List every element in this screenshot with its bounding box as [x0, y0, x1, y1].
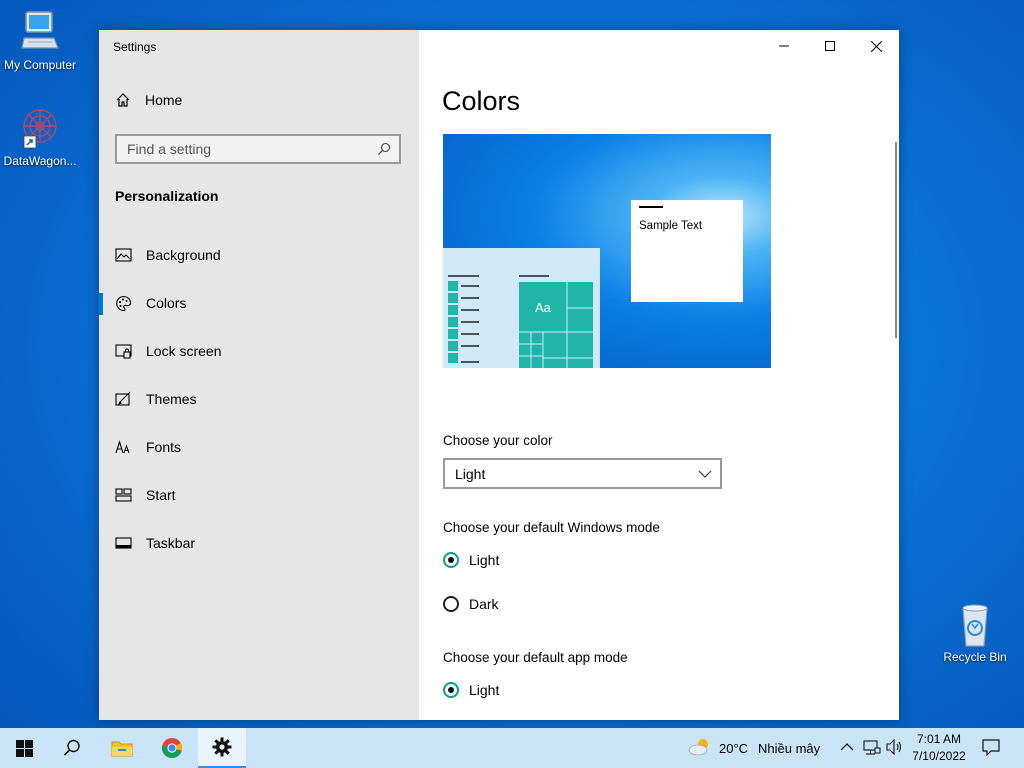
preview-sample-text: Sample Text	[639, 220, 703, 232]
taskbar-clock[interactable]: 7:01 AM 7/10/2022	[905, 731, 973, 765]
desktop-icon-label: Recycle Bin	[943, 650, 1007, 664]
taskbar-chrome[interactable]	[148, 728, 196, 768]
weather-desc[interactable]: Nhiều mây	[758, 741, 820, 756]
nav-item-fonts[interactable]: Fonts	[99, 423, 419, 471]
preview-sample-window: Sample Text	[631, 200, 743, 302]
weather-temp[interactable]: 20°C	[719, 741, 748, 756]
windows-mode-dark-radio[interactable]: Dark	[443, 596, 499, 612]
theme-preview: Aa Sample Text	[443, 134, 771, 368]
taskbar-file-explorer[interactable]	[98, 728, 146, 768]
desktop-icon-label: DataWagon...	[3, 154, 77, 168]
desktop-icon-datawagon[interactable]: DataWagon...	[0, 106, 80, 168]
taskbar: 20°C Nhiều mây 7:01 AM 7/10/2022	[0, 728, 1024, 768]
computer-icon	[21, 11, 59, 49]
taskbar-icon	[115, 535, 132, 552]
page-title: Colors	[442, 86, 521, 116]
scrollbar-thumb[interactable]	[895, 142, 897, 338]
nav-item-label: Lock screen	[146, 343, 222, 359]
desktop-icon-my-computer[interactable]: My Computer	[0, 8, 80, 72]
choose-color-label: Choose your color	[443, 433, 553, 448]
window-title: Settings	[113, 40, 157, 54]
network-icon[interactable]	[863, 740, 881, 756]
preview-start-graphic	[448, 275, 593, 368]
app-mode-label: Choose your default app mode	[443, 650, 628, 665]
section-header: Personalization	[115, 188, 219, 204]
desktop-icon-label: My Computer	[3, 58, 77, 72]
start-icon	[115, 487, 132, 504]
clock-date: 7/10/2022	[912, 749, 966, 763]
windows-mode-label: Choose your default Windows mode	[443, 520, 660, 535]
radio-label: Light	[469, 682, 500, 698]
volume-icon[interactable]	[886, 739, 904, 755]
taskbar-settings[interactable]	[198, 728, 246, 768]
search-icon	[63, 739, 80, 756]
nav-list: Background Colors Lock screen Themes Fon…	[99, 231, 419, 567]
start-button[interactable]	[0, 728, 48, 768]
nav-item-colors[interactable]: Colors	[99, 279, 419, 327]
chrome-icon	[161, 738, 183, 759]
nav-item-taskbar[interactable]: Taskbar	[99, 519, 419, 567]
nav-item-background[interactable]: Background	[99, 231, 419, 279]
nav-item-start[interactable]: Start	[99, 471, 419, 519]
windows-mode-light-radio[interactable]: Light	[443, 552, 499, 568]
search-box[interactable]	[115, 134, 401, 164]
radio-unchecked-icon	[443, 596, 459, 612]
desktop-icon-recycle-bin[interactable]: Recycle Bin	[935, 602, 1015, 664]
palette-icon	[115, 295, 132, 312]
radio-label: Light	[469, 552, 500, 568]
chevron-down-icon	[698, 470, 712, 478]
themes-icon	[115, 391, 132, 408]
clock-time: 7:01 AM	[916, 732, 962, 746]
file-explorer-icon	[111, 741, 133, 757]
preview-sample-titlebar	[639, 206, 663, 208]
radio-checked-icon	[443, 552, 459, 568]
nav-item-themes[interactable]: Themes	[99, 375, 419, 423]
search-icon[interactable]	[377, 142, 391, 156]
nav-home-link[interactable]: Home	[115, 92, 182, 108]
windows-logo-icon	[15, 739, 33, 757]
fonts-icon	[115, 439, 132, 456]
nav-home-label: Home	[145, 92, 183, 108]
notification-icon[interactable]	[982, 739, 1000, 756]
nav-item-label: Colors	[146, 295, 187, 311]
nav-item-label: Start	[146, 487, 176, 503]
colors-page: Colors Aa Sample Text Choose your color …	[419, 30, 899, 720]
weather-cloudy-icon[interactable]	[688, 738, 712, 756]
settings-window: Settings Home Personalization Background	[99, 30, 899, 720]
app-shortcut-icon	[23, 109, 57, 149]
preview-tile-text: Aa	[535, 300, 551, 315]
nav-item-lock-screen[interactable]: Lock screen	[99, 327, 419, 375]
settings-icon	[212, 737, 232, 757]
search-input[interactable]	[117, 136, 377, 162]
app-mode-light-radio[interactable]: Light	[443, 682, 499, 698]
radio-checked-icon	[443, 682, 459, 698]
recycle-bin-icon	[962, 604, 988, 647]
nav-item-label: Background	[146, 247, 221, 263]
chevron-up-icon[interactable]	[840, 742, 854, 752]
choose-color-value: Light	[455, 465, 486, 482]
settings-nav-pane: Settings Home Personalization Background	[99, 30, 419, 720]
preview-start-menu	[443, 248, 600, 368]
nav-item-label: Taskbar	[146, 535, 196, 551]
nav-item-label: Themes	[146, 391, 197, 407]
home-icon	[116, 93, 130, 107]
choose-color-dropdown[interactable]: Light	[443, 458, 722, 489]
picture-icon	[115, 247, 132, 264]
taskbar-search-button[interactable]	[48, 728, 96, 768]
lock-screen-icon	[115, 343, 132, 360]
nav-item-label: Fonts	[146, 439, 182, 455]
radio-label: Dark	[469, 596, 499, 612]
